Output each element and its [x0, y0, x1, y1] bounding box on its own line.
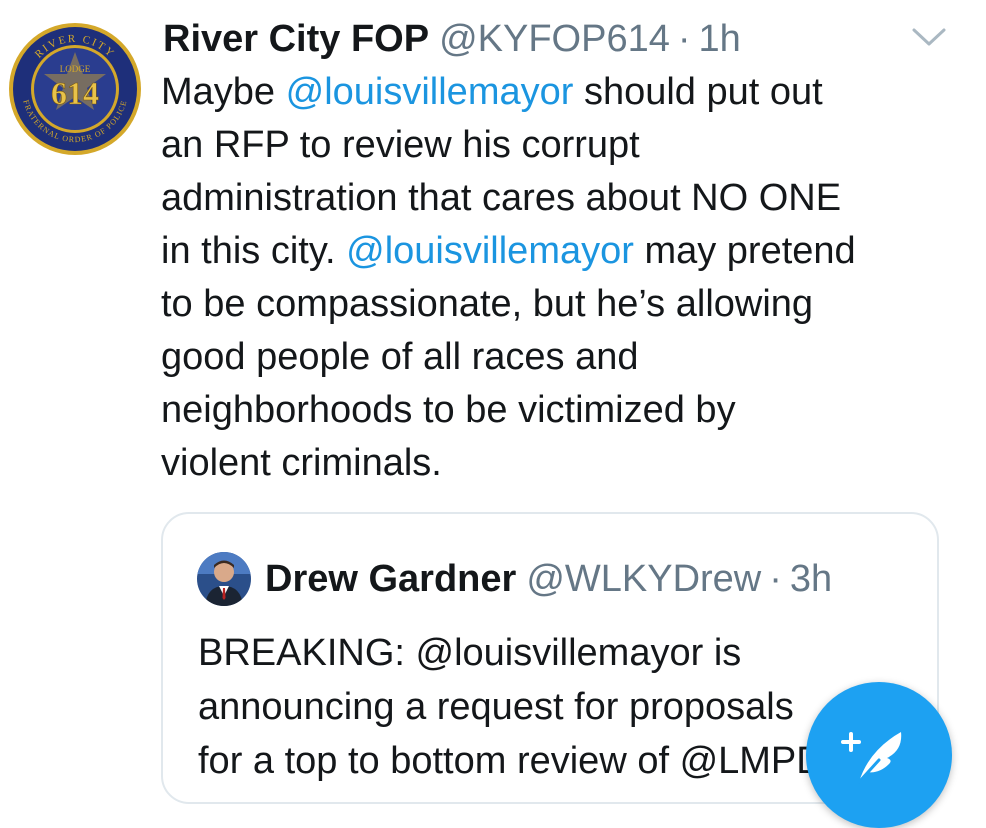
author-handle[interactable]: @KYFOP614: [439, 14, 670, 64]
compose-tweet-button[interactable]: [806, 682, 952, 828]
mention-link[interactable]: @louisvillemayor: [346, 230, 634, 272]
quoted-header-separator: ·: [769, 558, 782, 600]
mention-link[interactable]: @louisvillemayor: [286, 71, 574, 113]
author-avatar[interactable]: RIVER CITY FRATERNAL ORDER OF POLICE LOD…: [8, 22, 142, 156]
quoted-tweet-header: Drew Gardner @WLKYDrew · 3h: [265, 554, 832, 604]
quoted-author-handle[interactable]: @WLKYDrew: [526, 554, 761, 604]
svg-text:614: 614: [51, 75, 99, 111]
tweet-timestamp[interactable]: 1h: [699, 14, 741, 64]
tweet-text-segment: Maybe: [161, 71, 286, 113]
quoted-author-avatar[interactable]: [197, 552, 251, 606]
fop-seal-logo: RIVER CITY FRATERNAL ORDER OF POLICE LOD…: [9, 23, 141, 155]
quoted-tweet-timestamp[interactable]: 3h: [790, 554, 832, 604]
compose-feather-icon: [841, 732, 902, 784]
author-display-name[interactable]: River City FOP: [163, 14, 429, 64]
header-separator: ·: [677, 18, 691, 60]
tweet-text: Maybe @louisvillemayor should put out an…: [161, 66, 951, 490]
quoted-author-display-name[interactable]: Drew Gardner: [265, 554, 516, 604]
person-photo-icon: [197, 552, 251, 606]
chevron-down-icon[interactable]: [911, 26, 947, 48]
tweet-header: River City FOP @KYFOP614 · 1h: [163, 14, 741, 64]
svg-text:LODGE: LODGE: [60, 64, 91, 74]
